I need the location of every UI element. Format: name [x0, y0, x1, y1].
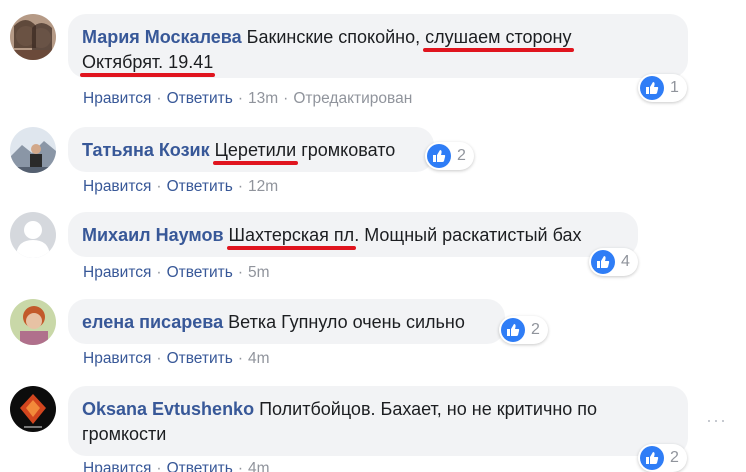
comment-actions: Нравится · Ответить · 4m — [83, 350, 270, 367]
thumbs-up-icon — [591, 250, 615, 274]
comment-bubble: Oksana Evtushenko Политбойцов. Бахает, н… — [68, 386, 688, 456]
like-count: 2 — [670, 449, 679, 466]
comment-text-underlined: Церетили — [212, 138, 298, 165]
thumbs-up-icon — [640, 446, 664, 470]
reply-link[interactable]: Ответить — [167, 90, 233, 107]
thumbs-up-icon — [501, 318, 525, 342]
comment-text: громковато — [296, 140, 396, 160]
like-link[interactable]: Нравится — [83, 350, 151, 367]
like-count: 2 — [457, 147, 466, 164]
avatar[interactable] — [10, 127, 56, 173]
comment-bubble: Мария Москалева Бакинские спокойно, слуш… — [68, 14, 688, 78]
comment-author[interactable]: елена писарева — [82, 312, 223, 332]
like-count-badge[interactable]: 1 — [638, 74, 687, 102]
comment-text: Ветка Гупнуло очень сильно — [228, 312, 465, 332]
comment-bubble: Михаил Наумов Шахтерская пл. Мощный раск… — [68, 212, 638, 257]
thumbs-up-icon — [640, 76, 664, 100]
reply-link[interactable]: Ответить — [167, 460, 233, 472]
like-link[interactable]: Нравится — [83, 460, 151, 472]
avatar[interactable] — [10, 299, 56, 345]
comment-actions: Нравится · Ответить · 12m — [83, 178, 279, 195]
like-link[interactable]: Нравится — [83, 90, 151, 107]
comment-text-underlined: слушаем сторону — [423, 25, 574, 52]
comment-author[interactable]: Михаил Наумов — [82, 225, 224, 245]
thumbs-up-icon — [427, 144, 451, 168]
edited-label: Отредактирован — [293, 90, 413, 107]
comment-time[interactable]: 4m — [248, 460, 270, 472]
comment-actions: Нравится · Ответить · 4m — [83, 460, 270, 472]
comment-time[interactable]: 4m — [248, 350, 270, 367]
like-count-badge[interactable]: 2 — [425, 142, 474, 170]
comment-author[interactable]: Татьяна Козик — [82, 140, 210, 160]
comment-actions: Нравится · Ответить · 13m · Отредактирован — [83, 90, 413, 107]
like-count-badge[interactable]: 2 — [499, 316, 548, 344]
like-count: 4 — [621, 253, 630, 270]
comment-time[interactable]: 13m — [248, 90, 278, 107]
reply-link[interactable]: Ответить — [167, 178, 233, 195]
comment-actions: Нравится · Ответить · 5m — [83, 264, 270, 281]
comment-time[interactable]: 12m — [248, 178, 278, 195]
like-count: 2 — [531, 321, 540, 338]
like-count-badge[interactable]: 4 — [589, 248, 638, 276]
avatar[interactable] — [10, 14, 56, 60]
avatar[interactable] — [10, 212, 56, 258]
comment-bubble: елена писарева Ветка Гупнуло очень сильн… — [68, 299, 505, 344]
comment-text-underlined: Шахтерская пл — [226, 223, 356, 250]
like-link[interactable]: Нравится — [83, 178, 151, 195]
like-link[interactable]: Нравится — [83, 264, 151, 281]
avatar[interactable] — [10, 386, 56, 432]
reply-link[interactable]: Ответить — [167, 350, 233, 367]
comment-author[interactable]: Oksana Evtushenko — [82, 399, 254, 419]
comment-time[interactable]: 5m — [248, 264, 270, 281]
comment-text: . Мощный раскатистый бах — [354, 225, 582, 245]
comment-text-underlined: Октябрят. 19.41 — [79, 50, 216, 77]
comment-bubble: Татьяна Козик Церетили громковато — [68, 127, 434, 172]
more-options-icon[interactable]: ··· — [706, 410, 727, 431]
like-count-badge[interactable]: 2 — [638, 444, 687, 472]
comment-text: Бакинские спокойно, — [246, 27, 426, 47]
like-count: 1 — [670, 79, 679, 96]
comment-author[interactable]: Мария Москалева — [82, 27, 242, 47]
reply-link[interactable]: Ответить — [167, 264, 233, 281]
